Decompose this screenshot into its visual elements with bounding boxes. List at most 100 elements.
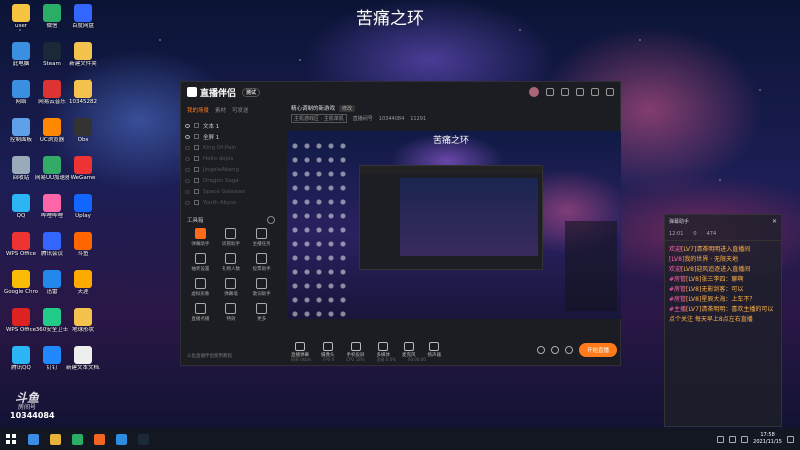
- taskbar-app[interactable]: [132, 428, 154, 450]
- desktop-icon[interactable]: Google Chrome: [4, 270, 38, 295]
- desktop-icon[interactable]: 网络: [4, 80, 38, 105]
- tutorial-link[interactable]: 斗鱼直播伴侣使用教程: [187, 353, 232, 359]
- taskbar-app[interactable]: [110, 428, 132, 450]
- taskbar-app[interactable]: [88, 428, 110, 450]
- menu-icon[interactable]: [576, 88, 584, 96]
- phone-cast-control[interactable]: 手机投屏: [347, 342, 365, 358]
- checkbox-icon[interactable]: [194, 189, 199, 194]
- checkbox-icon[interactable]: [194, 200, 199, 205]
- desktop-icon[interactable]: WPS Office: [4, 308, 38, 333]
- checkbox-icon[interactable]: [194, 134, 199, 139]
- desktop-icon[interactable]: Steam: [35, 42, 69, 67]
- desktop-icon[interactable]: 迅雷: [35, 270, 69, 295]
- taskbar-app[interactable]: [44, 428, 66, 450]
- toolbox-item[interactable]: 歌词助手: [246, 278, 277, 297]
- desktop-icon[interactable]: 腾讯会议: [35, 232, 69, 257]
- tab-sendable[interactable]: 可发送: [232, 106, 249, 114]
- desktop-icon[interactable]: 回收站: [4, 156, 38, 181]
- notification-icon[interactable]: [787, 435, 794, 443]
- scene-item[interactable]: Hello dojos: [185, 153, 277, 164]
- desktop-icon[interactable]: 网易UU加速器: [35, 156, 69, 181]
- desktop-icon[interactable]: UC浏览器: [35, 118, 69, 143]
- start-button[interactable]: [0, 428, 22, 450]
- desktop-icon[interactable]: 百度网盘: [66, 4, 100, 29]
- close-icon[interactable]: ✕: [772, 218, 777, 225]
- scene-item[interactable]: Space Galaxies: [185, 186, 277, 197]
- eye-icon[interactable]: [185, 145, 190, 150]
- desktop-icon[interactable]: WPS Office: [4, 232, 38, 257]
- scene-item[interactable]: Dragon Saga: [185, 175, 277, 186]
- scene-item[interactable]: Youth Abyss: [185, 197, 277, 208]
- desktop-icon[interactable]: 此电脑: [4, 42, 38, 67]
- toolbox-item[interactable]: 虚拟形象: [185, 278, 216, 297]
- minimize-icon[interactable]: [591, 88, 599, 96]
- desktop-icon[interactable]: 新建文本文档.txt: [66, 346, 100, 371]
- desktop-icon[interactable]: 腾讯QQ: [4, 346, 38, 371]
- toolbox-item[interactable]: 主播任务: [246, 228, 277, 247]
- gear-icon[interactable]: [267, 216, 275, 224]
- media-control[interactable]: 多媒体: [377, 342, 390, 358]
- toolbox-item[interactable]: 房管助手: [216, 228, 247, 247]
- toolbox-item[interactable]: 直播点播: [185, 303, 216, 322]
- desktop-icon[interactable]: Obs: [66, 118, 100, 143]
- taskbar-app[interactable]: [22, 428, 44, 450]
- message-icon[interactable]: [546, 88, 554, 96]
- clock[interactable]: 17:58 2021/11/15: [753, 432, 782, 446]
- scene-item[interactable]: 文本 1: [185, 120, 277, 131]
- desktop-icon[interactable]: 地球形状: [66, 308, 100, 333]
- toolbox-item[interactable]: 更多: [246, 303, 277, 322]
- camera-control[interactable]: 摄像头: [321, 342, 335, 358]
- microphone-control[interactable]: 麦克风: [402, 342, 416, 358]
- eye-icon[interactable]: [185, 167, 190, 172]
- eye-icon[interactable]: [185, 134, 190, 139]
- desktop-icon[interactable]: 天涯: [66, 270, 100, 295]
- scene-item[interactable]: 全屏 1: [185, 131, 277, 142]
- toolbox-item[interactable]: 弹幕墙: [216, 278, 247, 297]
- checkbox-icon[interactable]: [194, 167, 199, 172]
- desktop-icon[interactable]: QQ: [4, 194, 38, 219]
- stream-preview[interactable]: 苦痛之环: [287, 131, 621, 319]
- checkbox-icon[interactable]: [194, 145, 199, 150]
- eye-icon[interactable]: [185, 156, 190, 161]
- volume-icon[interactable]: [729, 435, 737, 443]
- taskbar-app[interactable]: [66, 428, 88, 450]
- record-icon[interactable]: [536, 346, 545, 354]
- eye-icon[interactable]: [550, 346, 559, 354]
- toolbox-item[interactable]: 礼物人数: [216, 253, 247, 272]
- desktop-icon[interactable]: 钉钉: [35, 346, 69, 371]
- category-tag[interactable]: 主机游戏区 · 主机单机: [291, 114, 347, 123]
- eye-icon[interactable]: [185, 189, 190, 194]
- desktop-icon[interactable]: 网易云音乐: [35, 80, 69, 105]
- checkbox-icon[interactable]: [194, 156, 199, 161]
- go-live-button[interactable]: 开始直播: [578, 343, 617, 357]
- eye-icon[interactable]: [185, 178, 190, 183]
- scene-item[interactable]: King Of Pain: [185, 142, 277, 153]
- toolbox-item[interactable]: 投票助手: [246, 253, 277, 272]
- close-icon[interactable]: [606, 88, 614, 96]
- network-icon[interactable]: [717, 435, 725, 443]
- settings-icon[interactable]: [564, 346, 573, 354]
- desktop-icon[interactable]: 360安全卫士: [35, 308, 69, 333]
- speaker-control[interactable]: 扬声器: [428, 342, 441, 358]
- checkbox-icon[interactable]: [194, 178, 199, 183]
- settings-icon[interactable]: [561, 88, 569, 96]
- ime-icon[interactable]: [741, 435, 749, 443]
- desktop-icon[interactable]: WeGame: [66, 156, 100, 181]
- desktop-icon[interactable]: 斗鱼: [66, 232, 100, 257]
- desktop-icon[interactable]: 微信: [35, 4, 69, 29]
- toolbox-item[interactable]: 特效: [216, 303, 247, 322]
- desktop-icon[interactable]: 新建文件夹: [66, 42, 100, 67]
- avatar[interactable]: [529, 87, 539, 97]
- eye-icon[interactable]: [185, 200, 190, 205]
- checkbox-icon[interactable]: [194, 123, 199, 128]
- desktop-icon[interactable]: 控制面板: [4, 118, 38, 143]
- danmaku-control[interactable]: 直播弹幕: [291, 342, 309, 358]
- toolbox-item[interactable]: 抽奖设置: [185, 253, 216, 272]
- desktop-icon[interactable]: 10345282: [66, 80, 100, 105]
- toolbox-item[interactable]: 弹幕助手: [185, 228, 216, 247]
- tab-materials[interactable]: 素材: [215, 106, 226, 114]
- edit-title-button[interactable]: 修改: [339, 104, 356, 112]
- desktop-icon[interactable]: user: [4, 4, 38, 29]
- tab-scenes[interactable]: 我的场景: [187, 106, 209, 114]
- desktop-icon[interactable]: 哔哩哔哩: [35, 194, 69, 219]
